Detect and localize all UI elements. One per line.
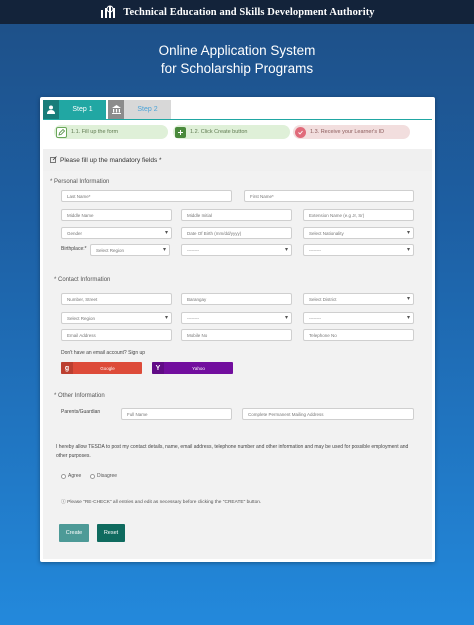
disagree-label: Disagree [97,473,118,479]
birthplace-label: Birthplace:* [61,246,87,252]
mobile-input[interactable]: Mobile No [181,329,292,341]
disagree-radio[interactable]: Disagree [90,473,117,479]
other-info-heading: * Other Information [54,393,105,399]
agree-label: Agree [68,473,82,479]
province-select[interactable]: -------- [181,312,292,324]
org-name: Technical Education and Skills Developme… [123,6,375,18]
step-click-create-label: 1.2. Click Create button [190,129,248,135]
personal-info-heading: * Personal Information [50,179,110,185]
guardian-full-name-input[interactable]: Full Name [121,408,232,420]
disagree-radio-dot [90,473,95,479]
email-input[interactable]: Email Address [61,329,172,341]
step-click-create: 1.2. Click Create button [173,125,290,139]
no-email-text: Don't have an email account? Sign up [61,350,146,356]
street-input[interactable]: Number, Street [61,293,172,305]
city-select[interactable]: -------- [303,312,414,324]
reset-button[interactable]: Reset [97,524,125,542]
tab-underline [43,119,432,120]
barangay-input[interactable]: Barangay [181,293,292,305]
agree-radio[interactable]: Agree [61,473,81,479]
yahoo-signup-button[interactable]: Y Yahoo [152,362,233,374]
application-form-card: Step 1 Step 2 1.1. Fill up the form 1.2.… [40,97,435,562]
edit-icon [56,126,67,138]
recheck-text: Please "RE-CHECK" all entries and edit a… [67,500,262,505]
mailing-address-input[interactable]: Complete Permanent Mailing Address [242,408,414,420]
middle-initial-input[interactable]: Middle Initial [181,209,292,221]
date-of-birth-input[interactable]: Date Of Birth (mm/dd/yyyy) [181,227,292,239]
birth-province-select[interactable]: -------- [181,244,292,256]
progress-steps: 1.1. Fill up the form 1.2. Click Create … [54,125,422,139]
contact-info-heading: * Contact Information [54,277,111,283]
title-line-2: for Scholarship Programs [160,61,314,76]
last-name-input[interactable]: Last Name* [61,190,232,202]
user-icon [43,100,59,119]
guardian-label: Parents/Guardian [61,409,101,415]
tesda-logo-icon [99,4,119,20]
region-select[interactable]: Select Region [61,312,172,324]
mandatory-notice-text: Please fill up the mandatory fields * [60,156,162,164]
edit-icon [50,155,57,165]
step-receive-id-label: 1.3. Receive your Learner's ID [310,129,385,135]
google-signup-button[interactable]: g Google [61,362,142,374]
district-select[interactable]: Select District [303,293,414,305]
top-header-bar: Technical Education and Skills Developme… [0,0,474,24]
recheck-note: ⓘ Please "RE-CHECK" all entries and edit… [61,498,261,505]
tab-step-2-label: Step 2 [137,106,158,113]
step-tabs: Step 1 Step 2 [43,100,171,120]
check-circle-icon [295,126,306,138]
first-name-input[interactable]: First Name* [244,190,414,202]
birth-city-select[interactable]: -------- [303,244,414,256]
tab-step-2[interactable]: Step 2 [108,100,171,119]
title-line-1: Online Application System [158,43,316,58]
yahoo-icon: Y [152,362,164,374]
tab-step-1[interactable]: Step 1 [43,100,106,119]
create-button[interactable]: Create [59,524,89,542]
step-fill-form-label: 1.1. Fill up the form [71,129,119,135]
middle-name-input[interactable]: Middle Name [61,209,172,221]
agree-radio-dot [61,473,66,479]
step-fill-form: 1.1. Fill up the form [54,125,168,139]
consent-text: I hereby allow TESDA to post my contact … [56,444,409,459]
step-receive-id: 1.3. Receive your Learner's ID [293,125,410,139]
nationality-select[interactable]: Select Nationality [303,227,414,239]
birth-region-select[interactable]: Select Region [90,244,170,256]
page-title: Online Application System for Scholarshi… [0,42,474,78]
yahoo-label: Yahoo [192,365,205,371]
gender-select[interactable]: Gender [61,227,172,239]
google-icon: g [61,362,73,374]
plus-square-icon [175,126,186,138]
extension-name-input[interactable]: Extension Name (e.g Jr, Sr) [303,209,414,221]
bank-icon [108,100,124,119]
mandatory-notice: Please fill up the mandatory fields * [43,149,432,171]
telephone-input[interactable]: Telephone No [303,329,414,341]
tab-step-1-label: Step 1 [72,106,93,113]
google-label: Google [100,365,115,371]
